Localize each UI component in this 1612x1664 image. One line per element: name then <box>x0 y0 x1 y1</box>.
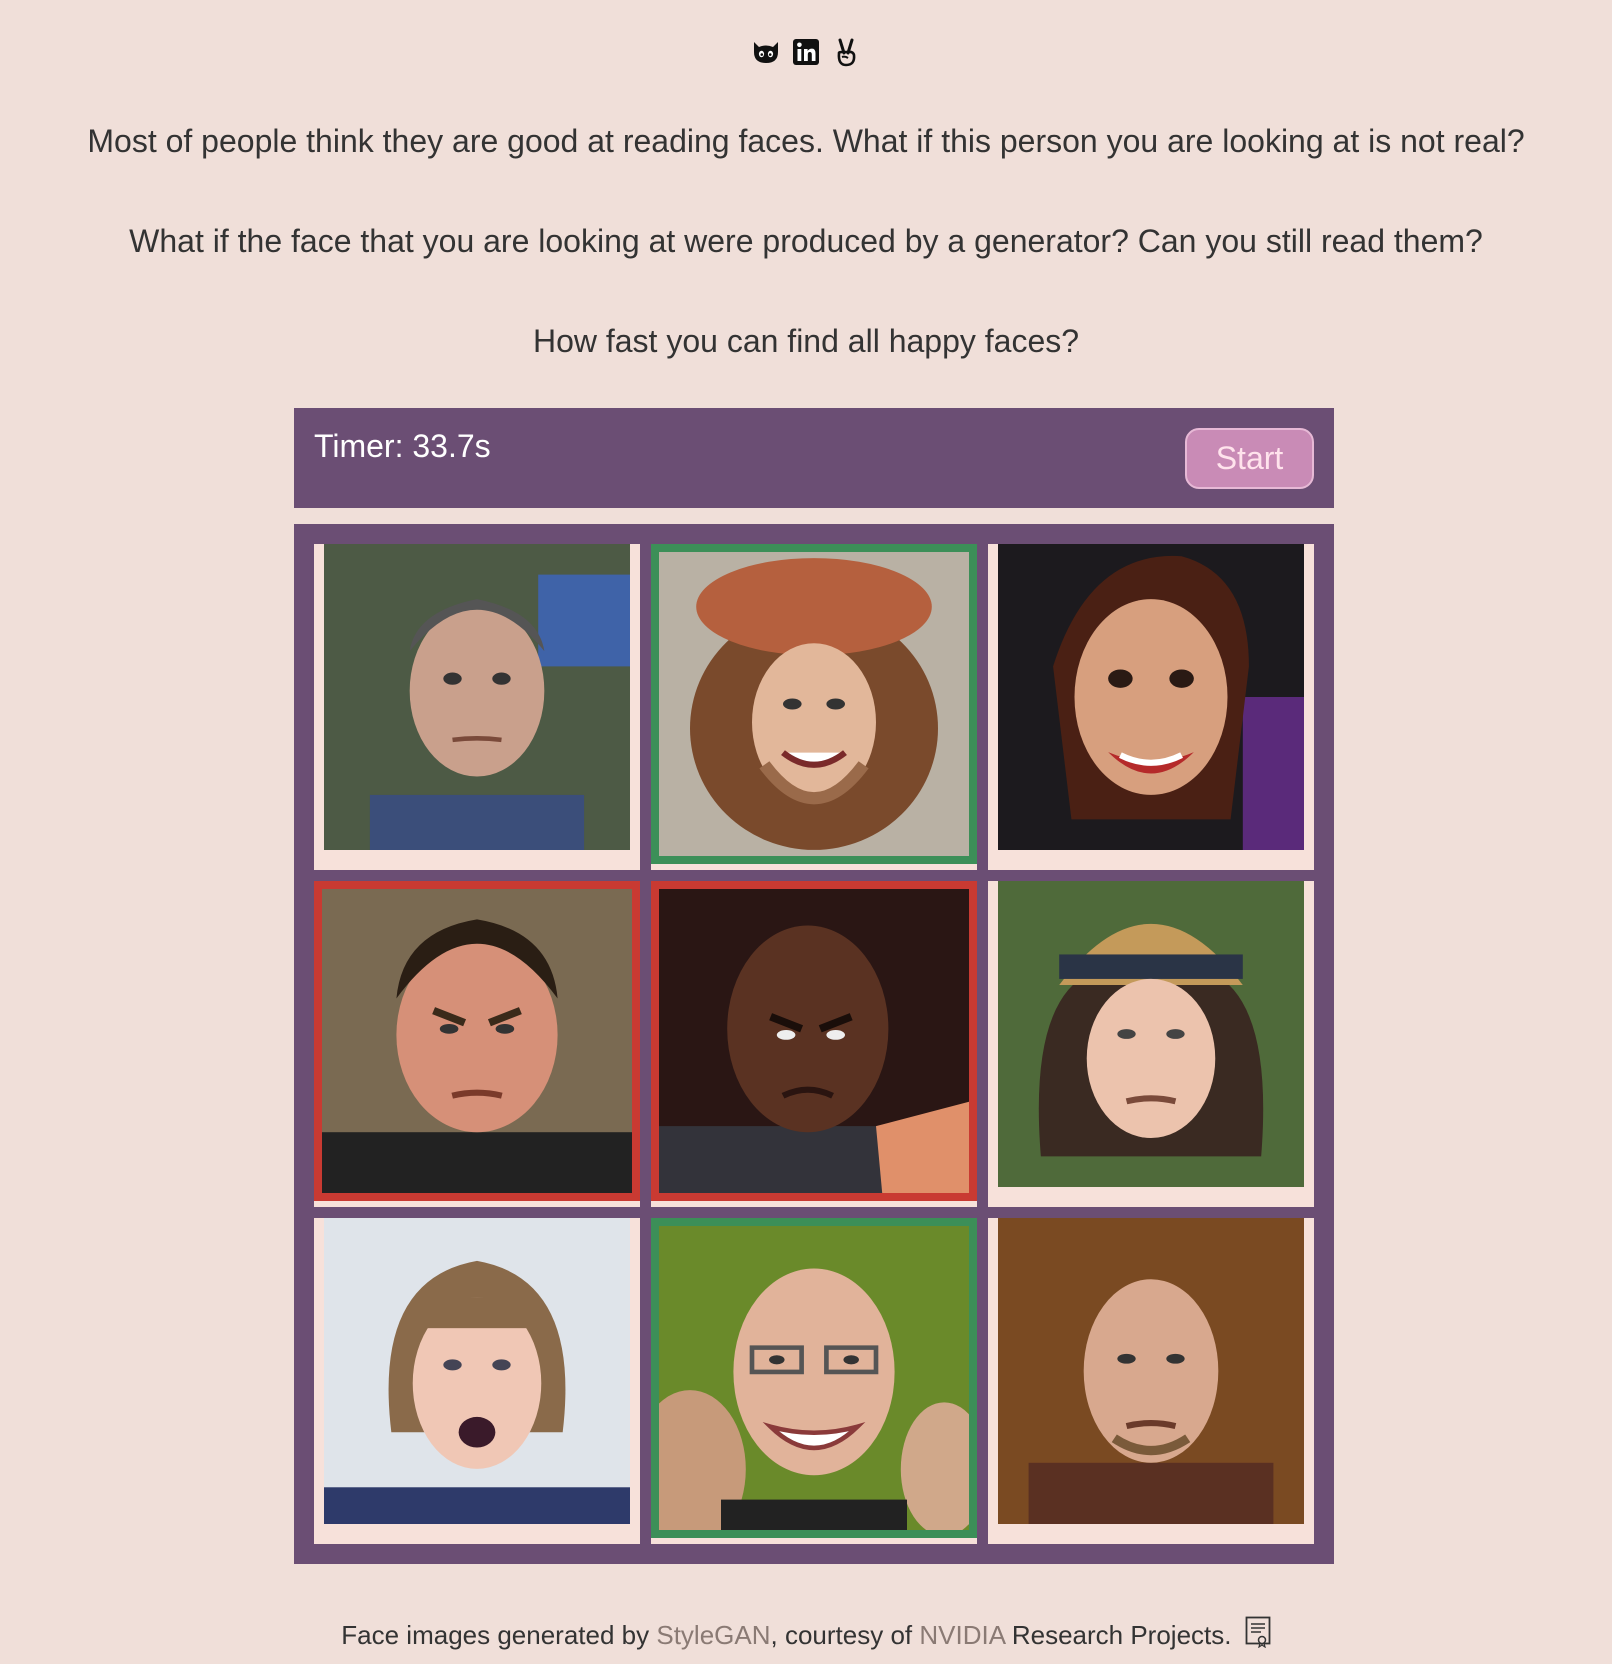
face-image <box>322 889 632 1193</box>
start-button[interactable]: Start <box>1185 428 1314 489</box>
footer-middle: , courtesy of <box>770 1620 920 1650</box>
intro-line-2: What if the face that you are looking at… <box>129 223 1483 259</box>
stylegan-link[interactable]: StyleGAN <box>656 1620 770 1650</box>
face-cell[interactable] <box>314 544 640 870</box>
angellist-icon[interactable] <box>830 36 862 68</box>
footer-suffix: Research Projects. <box>1004 1620 1232 1650</box>
face-image <box>998 881 1304 1187</box>
intro-line-3: How fast you can find all happy faces? <box>532 323 1080 359</box>
face-cell[interactable] <box>314 1218 640 1544</box>
face-image <box>324 1218 630 1524</box>
game-controls: Timer: 33.7s Start <box>294 408 1334 508</box>
face-image <box>324 544 630 850</box>
social-links <box>0 36 1612 68</box>
face-frame <box>651 544 977 864</box>
face-frame <box>314 881 640 1201</box>
face-frame <box>998 881 1304 1187</box>
face-cell[interactable] <box>314 881 640 1207</box>
face-frame <box>998 1218 1304 1524</box>
nvidia-link[interactable]: NVIDIA <box>919 1620 1004 1650</box>
face-frame <box>324 544 630 850</box>
face-frame <box>324 1218 630 1524</box>
linkedin-icon[interactable] <box>790 36 822 68</box>
face-image <box>659 1226 969 1530</box>
face-cell[interactable] <box>651 1218 977 1544</box>
face-frame <box>998 544 1304 850</box>
face-cell[interactable] <box>988 1218 1314 1544</box>
intro-line-1: Most of people think they are good at re… <box>87 123 1525 159</box>
face-cell[interactable] <box>651 544 977 870</box>
face-cell[interactable] <box>988 544 1314 870</box>
face-image <box>659 889 969 1193</box>
timer-display: Timer: 33.7s <box>314 428 491 464</box>
face-cell[interactable] <box>651 881 977 1207</box>
face-image <box>659 552 969 856</box>
face-image <box>998 544 1304 850</box>
github-icon[interactable] <box>750 36 782 68</box>
face-frame <box>651 1218 977 1538</box>
face-cell[interactable] <box>988 881 1314 1207</box>
face-image <box>998 1218 1304 1524</box>
certificate-icon[interactable] <box>1245 1616 1271 1648</box>
face-grid <box>294 524 1334 1564</box>
page: Most of people think they are good at re… <box>0 0 1612 1664</box>
face-frame <box>651 881 977 1201</box>
footer-credit: Face images generated by StyleGAN, court… <box>0 1616 1612 1653</box>
footer-prefix: Face images generated by <box>341 1620 657 1650</box>
